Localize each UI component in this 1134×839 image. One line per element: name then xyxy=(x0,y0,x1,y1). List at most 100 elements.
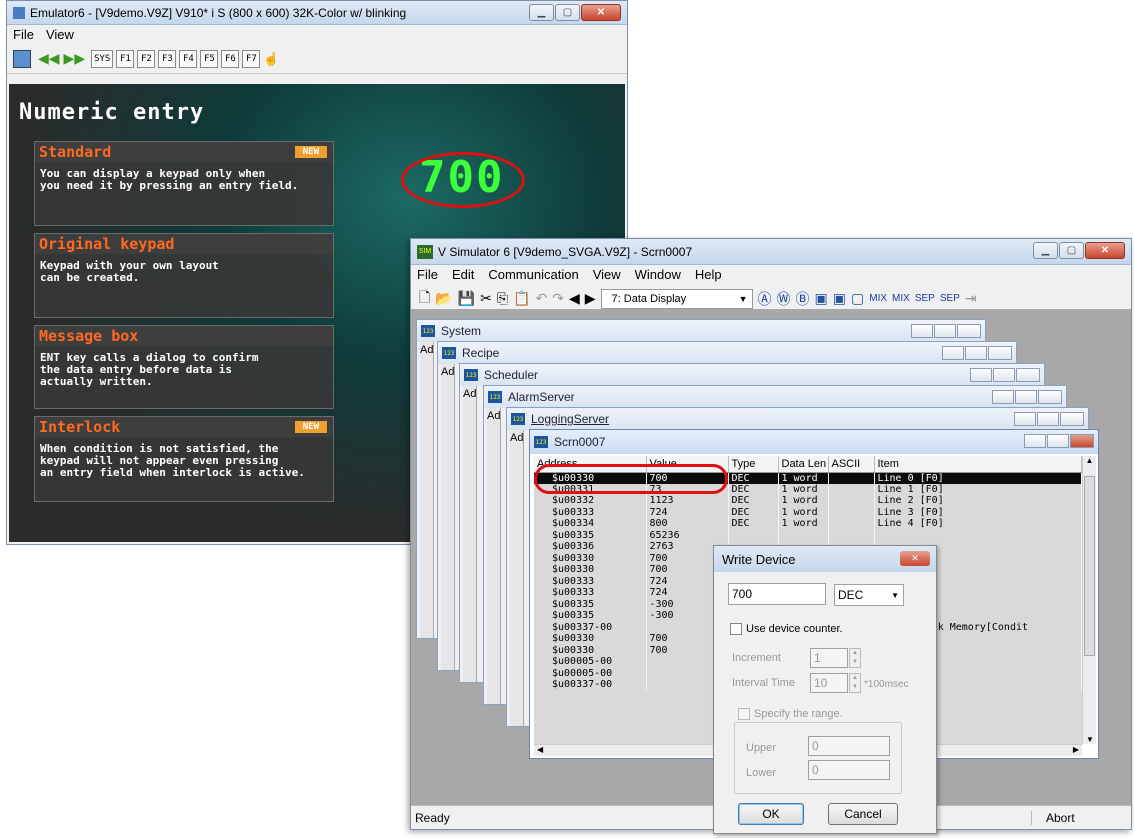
cell-datalen[interactable]: 1 word xyxy=(778,483,829,495)
w-icon[interactable]: Ⓦ xyxy=(777,289,791,309)
b-icon[interactable]: Ⓑ xyxy=(796,289,810,309)
scroll-left-icon[interactable]: ◀ xyxy=(537,745,543,754)
next-icon[interactable]: ▶▶ xyxy=(64,50,86,67)
paste-icon[interactable]: 📋 xyxy=(513,290,530,307)
cell-address[interactable]: $u00330 xyxy=(534,644,647,656)
cell-ascii[interactable] xyxy=(828,518,875,530)
col-datalen[interactable]: Data Len xyxy=(778,456,829,473)
cell-value[interactable]: 724 xyxy=(646,506,729,518)
menu-communication[interactable]: Communication xyxy=(488,267,578,282)
new-icon[interactable]: 🗋 xyxy=(419,287,430,311)
use-counter-checkbox[interactable] xyxy=(730,623,742,636)
col-ascii[interactable]: ASCII xyxy=(828,456,875,473)
scroll-down-icon[interactable]: ▼ xyxy=(1083,735,1097,744)
format-select[interactable]: DEC ▼ xyxy=(834,584,904,606)
simulator-titlebar[interactable]: SIM V Simulator 6 [V9demo_SVGA.V9Z] - Sc… xyxy=(411,239,1131,265)
cell-address[interactable]: $u00337-00 xyxy=(534,621,647,633)
cell-type[interactable]: DEC xyxy=(728,495,779,507)
cell-address[interactable]: $u00005-00 xyxy=(534,667,647,679)
menu-file[interactable]: File xyxy=(417,267,438,282)
section-interlock[interactable]: Interlock NEW When condition is not satis… xyxy=(34,416,334,502)
maximize-button[interactable]: ▢ xyxy=(1059,242,1084,259)
mix-icon[interactable]: MIX xyxy=(869,293,887,304)
interval-spinner[interactable]: ▲ ▼ xyxy=(849,673,861,693)
interval-input[interactable]: 10 xyxy=(810,673,848,693)
transfer-icon[interactable]: ⇥ xyxy=(965,290,977,307)
cell-item[interactable]: Line 0 [F0] xyxy=(874,472,1082,484)
sep2-icon[interactable]: SEP xyxy=(940,293,960,304)
cell-address[interactable]: $u00330 xyxy=(534,552,647,564)
increment-input[interactable]: 1 xyxy=(810,648,848,668)
section-original-keypad[interactable]: Original keypad Keypad with your own lay… xyxy=(34,233,334,318)
cell-ascii[interactable] xyxy=(828,483,875,495)
cell-datalen[interactable] xyxy=(778,529,829,541)
display2-icon[interactable]: ▣ xyxy=(833,290,846,307)
cell-address[interactable]: $u00332 xyxy=(534,495,647,507)
f1-button[interactable]: F1 xyxy=(116,49,135,68)
prev-icon[interactable]: ◀◀ xyxy=(38,50,60,67)
table-row[interactable]: $u00332 1123 DEC 1 word Line 2 [F0] xyxy=(534,495,1082,507)
cut-icon[interactable]: ✂ xyxy=(480,290,492,307)
table-row[interactable]: $u00333 724 DEC 1 word Line 3 [F0] xyxy=(534,506,1082,518)
section-message-box[interactable]: Message box ENT key calls a dialog to co… xyxy=(34,325,334,409)
menu-view[interactable]: View xyxy=(593,267,621,282)
save-icon[interactable]: 💾 xyxy=(458,290,475,307)
cell-value[interactable]: 800 xyxy=(646,518,729,530)
cell-value[interactable]: 1123 xyxy=(646,495,729,507)
cell-type[interactable]: DEC xyxy=(728,506,779,518)
emulator-titlebar[interactable]: Emulator6 - [V9demo.V9Z] V910* i S (800 … xyxy=(7,1,627,25)
table-row[interactable]: $u00335 65236 xyxy=(534,529,1082,541)
cell-address[interactable]: $u00333 xyxy=(534,506,647,518)
f6-button[interactable]: F6 xyxy=(221,49,240,68)
specify-range-checkbox[interactable] xyxy=(738,708,750,721)
cell-address[interactable]: $u00333 xyxy=(534,587,647,599)
cell-datalen[interactable]: 1 word xyxy=(778,518,829,530)
scroll-right-icon[interactable]: ▶ xyxy=(1073,745,1079,754)
f3-button[interactable]: F3 xyxy=(158,49,177,68)
prev-screen-icon[interactable]: ◀ xyxy=(569,290,580,307)
minimize-button[interactable]: ▁ xyxy=(529,4,554,21)
menu-help[interactable]: Help xyxy=(695,267,722,282)
cell-item[interactable] xyxy=(874,529,1082,541)
undo-icon[interactable]: ↶ xyxy=(536,290,548,307)
cell-value[interactable]: 65236 xyxy=(646,529,729,541)
next-screen-icon[interactable]: ▶ xyxy=(585,290,596,307)
cell-type[interactable]: DEC xyxy=(728,472,779,484)
menu-window[interactable]: Window xyxy=(635,267,681,282)
table-row[interactable]: $u00334 800 DEC 1 word Line 4 [F0] xyxy=(534,518,1082,530)
menu-file[interactable]: File xyxy=(13,27,34,42)
cell-address[interactable]: $u00005-00 xyxy=(534,656,647,668)
cell-datalen[interactable]: 1 word xyxy=(778,495,829,507)
maximize-button[interactable]: ▢ xyxy=(555,4,580,21)
cell-address[interactable]: $u00330 xyxy=(534,564,647,576)
close-button[interactable]: ✕ xyxy=(581,4,621,21)
cell-datalen[interactable]: 1 word xyxy=(778,506,829,518)
cell-address[interactable]: $u00335 xyxy=(534,529,647,541)
all-icon[interactable]: Ⓐ xyxy=(758,289,772,309)
menu-view[interactable]: View xyxy=(46,27,74,42)
cell-ascii[interactable] xyxy=(828,529,875,541)
cell-type[interactable]: DEC xyxy=(728,518,779,530)
dialog-titlebar[interactable]: Write Device ✕ xyxy=(714,546,936,572)
menu-edit[interactable]: Edit xyxy=(452,267,474,282)
cell-datalen[interactable]: 1 word xyxy=(778,472,829,484)
specify-range-row[interactable]: Specify the range. xyxy=(738,708,843,721)
display3-icon[interactable]: ▢ xyxy=(851,290,864,307)
close-button[interactable]: ✕ xyxy=(1085,242,1125,259)
pointer-icon[interactable]: ☝ xyxy=(263,51,279,67)
cell-ascii[interactable] xyxy=(828,495,875,507)
lower-input[interactable]: 0 xyxy=(808,760,890,780)
cell-item[interactable]: Line 2 [F0] xyxy=(874,495,1082,507)
scroll-thumb[interactable] xyxy=(1084,476,1095,656)
cell-item[interactable]: Line 3 [F0] xyxy=(874,506,1082,518)
f5-button[interactable]: F5 xyxy=(200,49,219,68)
screen-combo[interactable]: 7: Data Display ▼ xyxy=(600,288,753,309)
cell-type[interactable] xyxy=(728,529,779,541)
scroll-up-icon[interactable]: ▲ xyxy=(1083,456,1096,465)
vertical-scrollbar[interactable]: ▲ ▼ xyxy=(1082,456,1096,744)
f7-button[interactable]: F7 xyxy=(242,49,261,68)
increment-spinner[interactable]: ▲ ▼ xyxy=(849,648,861,668)
open-icon[interactable]: 📂 xyxy=(435,290,452,307)
cancel-button[interactable]: Cancel xyxy=(828,803,898,825)
mix2-icon[interactable]: MIX xyxy=(892,293,910,304)
